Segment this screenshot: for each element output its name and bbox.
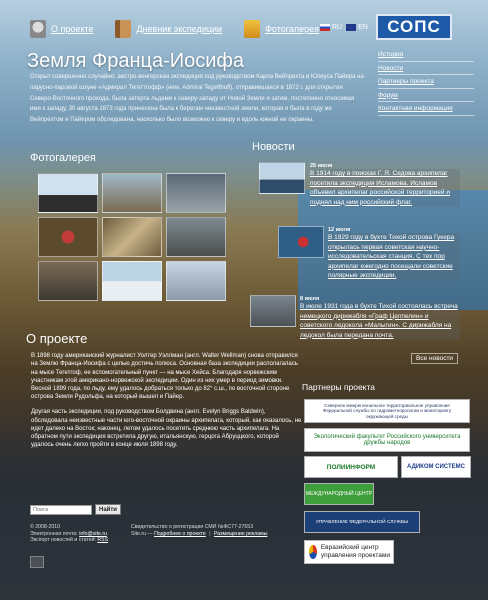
gallery-thumbnail[interactable] (166, 173, 226, 213)
side-nav-contacts[interactable]: Контактная информация (378, 105, 453, 112)
lang-en[interactable]: EN (358, 24, 368, 31)
photo-icon (244, 20, 261, 38)
copyright: © 2008-2010 (30, 524, 61, 530)
nav-about[interactable]: О проекте (30, 20, 93, 38)
export-label: Экспорт новостей и статей: (30, 537, 96, 544)
search-button[interactable]: Найти (95, 504, 121, 515)
about-paragraph: В 1898 году американский журналист Уолте… (31, 353, 298, 401)
side-nav-partners[interactable]: Партнеры проекта (378, 78, 434, 85)
news-thumbnail[interactable] (250, 295, 296, 327)
top-navigation: О проекте Дневник экспедиции Фотогалерея (30, 18, 341, 40)
gallery-thumbnail[interactable] (166, 217, 226, 257)
news-item: 12 июля В 1929 году в бухте Тихой остров… (328, 227, 460, 281)
news-item: 8 июля В июле 1931 года в бухте Тихой со… (300, 296, 460, 341)
gallery-thumbnail[interactable] (38, 217, 98, 257)
about-heading: О проекте (26, 331, 88, 346)
news-item: 25 июля В 1914 году в поисках Г. Я. Седо… (310, 163, 460, 208)
separator: | (209, 530, 211, 537)
gallery-heading: Фотогалерея (30, 152, 96, 164)
side-nav-news[interactable]: Новости (378, 65, 403, 72)
nav-gallery[interactable]: Фотогалерея (244, 20, 319, 38)
registration-text: Свидетельство о регистрации СМИ №ФС77-27… (131, 524, 254, 530)
gallery-grid (38, 173, 226, 301)
page-title: Земля Франца-Иосифа (27, 50, 244, 72)
partner-logo-ecofac[interactable]: Экологический факультет Российского унив… (304, 428, 470, 452)
partner-logo-poliinform[interactable]: ПОЛИИНФОРМ (304, 456, 398, 478)
about-paragraph: Другая часть экспедиции, под руководство… (31, 409, 302, 449)
partner-logo-adikom[interactable]: АДИКОМ СИСТЕМС (401, 456, 471, 478)
news-heading: Новости (252, 141, 295, 153)
partners-heading: Партнеры проекта (302, 382, 376, 392)
all-news-button[interactable]: Все новости (411, 353, 459, 364)
intro-text: Открыт совершенно случайно: австро-венге… (30, 74, 364, 124)
search-input[interactable] (30, 504, 92, 515)
book-icon (115, 20, 132, 38)
gallery-thumbnail[interactable] (102, 173, 162, 213)
nav-diary[interactable]: Дневник экспедиции (115, 20, 222, 38)
rss-link[interactable]: RSS (97, 537, 108, 543)
polar-bear-icon (30, 20, 46, 38)
partner-logo-intl-center[interactable]: МЕЖДУНАРОДНЫЙ ЦЕНТР (304, 483, 374, 505)
gallery-thumbnail[interactable] (102, 217, 162, 257)
partner-logo-federal-service[interactable]: УПРАВЛЕНИЕ ФЕДЕРАЛЬНОЙ СЛУЖБЫ (304, 511, 420, 533)
about-text: В 1898 году американский журналист Уолте… (31, 352, 303, 456)
email-label: Электронная почта: (30, 530, 78, 537)
gallery-thumbnail[interactable] (166, 261, 226, 301)
advertising-link[interactable]: Размещение рекламы (214, 531, 267, 537)
gallery-thumbnail[interactable] (38, 261, 98, 301)
sops-logo[interactable]: СОПС (376, 14, 452, 40)
footer-registration: Свидетельство о регистрации СМИ №ФС77-27… (131, 524, 267, 537)
about-project-link[interactable]: Подробнее о проекте (154, 531, 206, 537)
news-thumbnail[interactable] (259, 162, 305, 194)
side-navigation: История Новости Партнеры проекта Форум К… (378, 48, 474, 116)
partner-logo-hydromet[interactable]: Северное межрегиональное территориальное… (304, 399, 470, 423)
news-link[interactable]: В июле 1931 года в бухте Тихой состоялас… (300, 302, 460, 341)
language-switcher: RU EN (320, 24, 368, 31)
footer-info: © 2008-2010 Электронная почта: info@site… (30, 524, 108, 544)
russia-flag-icon[interactable] (320, 24, 330, 31)
side-nav-history[interactable]: История (378, 51, 403, 58)
gallery-thumbnail[interactable] (102, 261, 162, 301)
news-link[interactable]: В 1929 году в бухте Тихой острова Гукера… (328, 233, 460, 281)
eurasia-logo-icon (309, 545, 317, 559)
nav-about-label[interactable]: О проекте (51, 24, 93, 34)
site-name: Site.ru — (131, 530, 153, 537)
nav-gallery-label[interactable]: Фотогалерея (265, 24, 319, 34)
uk-flag-icon[interactable] (346, 24, 357, 31)
counter-badge[interactable] (30, 556, 44, 568)
gallery-thumbnail[interactable] (38, 173, 98, 213)
side-nav-forum[interactable]: Форум (378, 92, 398, 99)
partner-logo-eurasia[interactable]: Евразийский центр управления проектами (304, 540, 394, 564)
search-form: Найти (30, 504, 121, 515)
nav-diary-label[interactable]: Дневник экспедиции (136, 24, 222, 34)
eurasia-label: Евразийский центр управления проектами (320, 544, 391, 559)
email-link[interactable]: info@site.ru (79, 531, 107, 537)
news-thumbnail[interactable] (278, 226, 324, 258)
news-link[interactable]: В 1914 году в поисках Г. Я. Седова архип… (310, 169, 460, 208)
lang-ru[interactable]: RU (332, 24, 342, 31)
